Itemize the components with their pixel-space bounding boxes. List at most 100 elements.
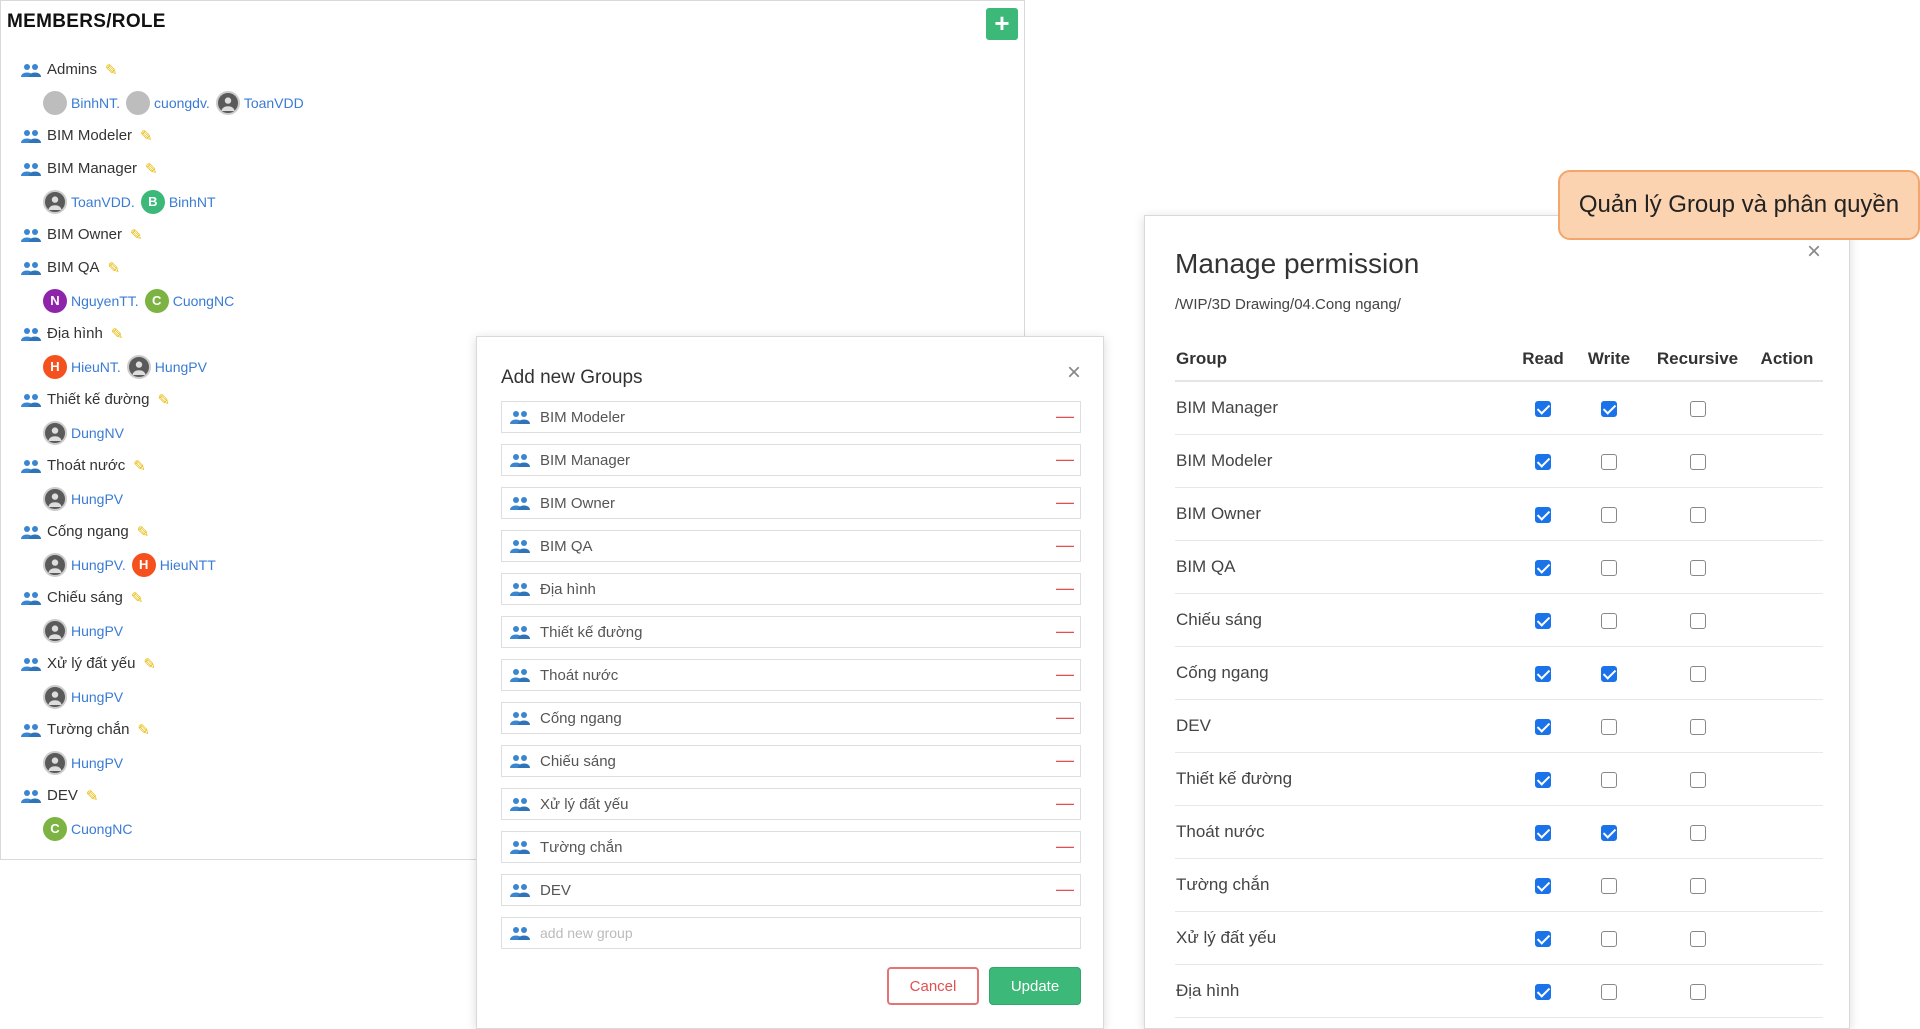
recursive-checkbox[interactable] [1689, 559, 1706, 576]
group-name[interactable]: Admins [47, 61, 97, 78]
group-name[interactable]: BIM QA [47, 259, 100, 276]
group-name[interactable]: Xử lý đất yếu [47, 655, 135, 672]
group-row[interactable]: BIM Manager ✎ [21, 152, 310, 185]
member[interactable]: ToanVDD. [43, 189, 135, 214]
read-checkbox[interactable] [1535, 877, 1551, 894]
write-checkbox[interactable] [1601, 930, 1617, 947]
read-checkbox[interactable] [1535, 612, 1551, 629]
group-name[interactable]: BIM Modeler [47, 127, 132, 144]
member[interactable]: H HieuNTT [131, 552, 216, 577]
member-name[interactable]: HungPV [71, 755, 123, 771]
group-row[interactable]: Chiếu sáng ✎ [21, 581, 310, 614]
remove-icon[interactable]: — [1056, 535, 1074, 556]
member-name[interactable]: HungPV. [71, 557, 126, 573]
update-button[interactable]: Update [989, 967, 1081, 1005]
write-checkbox[interactable] [1601, 983, 1617, 1000]
group-row[interactable]: Thoát nước ✎ [21, 449, 310, 482]
group-name[interactable]: Tường chắn [47, 721, 129, 738]
recursive-checkbox[interactable] [1689, 983, 1706, 1000]
group-name[interactable]: Chiếu sáng [47, 589, 123, 606]
write-checkbox[interactable] [1601, 506, 1617, 523]
member[interactable]: C CuongNC [43, 816, 132, 841]
member-name[interactable]: BinhNT. [71, 95, 120, 111]
edit-pencil-icon[interactable]: ✎ [137, 523, 150, 541]
member-name[interactable]: BinhNT [169, 194, 216, 210]
remove-icon[interactable]: — [1056, 664, 1074, 685]
member-name[interactable]: HungPV [71, 623, 123, 639]
member-name[interactable]: HieuNT. [71, 359, 121, 375]
write-checkbox[interactable] [1601, 453, 1617, 470]
read-checkbox[interactable] [1535, 983, 1551, 1000]
edit-pencil-icon[interactable]: ✎ [133, 457, 146, 475]
write-checkbox[interactable] [1601, 718, 1617, 735]
group-name[interactable]: BIM Owner [47, 226, 122, 243]
read-checkbox[interactable] [1535, 930, 1551, 947]
group-row[interactable]: Địa hình ✎ [21, 317, 310, 350]
member-name[interactable]: cuongdv. [154, 95, 210, 111]
member[interactable]: HungPV [43, 684, 123, 709]
remove-icon[interactable]: — [1056, 621, 1074, 642]
group-row[interactable]: DEV ✎ [21, 779, 310, 812]
remove-icon[interactable]: — [1056, 750, 1074, 771]
member[interactable]: HungPV [126, 354, 207, 379]
add-group-input[interactable]: add new group [501, 917, 1081, 949]
edit-pencil-icon[interactable]: ✎ [137, 721, 150, 739]
remove-icon[interactable]: — [1056, 707, 1074, 728]
edit-pencil-icon[interactable]: ✎ [111, 325, 124, 343]
remove-icon[interactable]: — [1056, 578, 1074, 599]
remove-icon[interactable]: — [1056, 836, 1074, 857]
group-name[interactable]: Cống ngang [47, 523, 129, 540]
group-name[interactable]: DEV [47, 787, 78, 804]
member[interactable]: HungPV. [43, 552, 126, 577]
group-name[interactable]: Địa hình [47, 325, 103, 342]
group-row[interactable]: Xử lý đất yếu ✎ [21, 647, 310, 680]
read-checkbox[interactable] [1535, 559, 1551, 576]
member-name[interactable]: NguyenTT. [71, 293, 139, 309]
group-row[interactable]: BIM Modeler ✎ [21, 119, 310, 152]
remove-icon[interactable]: — [1056, 793, 1074, 814]
group-row[interactable]: Admins ✎ [21, 53, 310, 86]
group-row[interactable]: Tường chắn ✎ [21, 713, 310, 746]
edit-pencil-icon[interactable]: ✎ [105, 61, 118, 79]
edit-pencil-icon[interactable]: ✎ [140, 127, 153, 145]
recursive-checkbox[interactable] [1689, 718, 1706, 735]
recursive-checkbox[interactable] [1689, 400, 1706, 417]
recursive-checkbox[interactable] [1689, 665, 1706, 682]
recursive-checkbox[interactable] [1689, 877, 1706, 894]
recursive-checkbox[interactable] [1689, 824, 1706, 841]
remove-icon[interactable]: — [1056, 449, 1074, 470]
member[interactable]: cuongdv. [126, 90, 210, 115]
member[interactable]: B BinhNT [140, 189, 216, 214]
remove-icon[interactable]: — [1056, 492, 1074, 513]
member[interactable]: H HieuNT. [43, 354, 121, 379]
member-name[interactable]: HungPV [155, 359, 207, 375]
group-row[interactable]: BIM Owner ✎ [21, 218, 310, 251]
member-name[interactable]: ToanVDD. [71, 194, 135, 210]
add-group-button[interactable]: + [986, 8, 1018, 40]
member[interactable]: HungPV [43, 750, 123, 775]
group-name[interactable]: Thoát nước [47, 457, 125, 474]
group-name[interactable]: Thiết kế đường [47, 391, 149, 408]
write-checkbox[interactable] [1601, 824, 1617, 841]
read-checkbox[interactable] [1535, 453, 1551, 470]
read-checkbox[interactable] [1535, 665, 1551, 682]
member[interactable]: ToanVDD [215, 90, 304, 115]
member[interactable]: HungPV [43, 618, 123, 643]
read-checkbox[interactable] [1535, 400, 1551, 417]
close-icon[interactable]: × [1807, 238, 1821, 266]
member[interactable]: C CuongNC [144, 288, 234, 313]
member-name[interactable]: CuongNC [71, 821, 132, 837]
recursive-checkbox[interactable] [1689, 771, 1706, 788]
member-name[interactable]: CuongNC [173, 293, 234, 309]
member-name[interactable]: HungPV [71, 491, 123, 507]
remove-icon[interactable]: — [1056, 406, 1074, 427]
write-checkbox[interactable] [1601, 400, 1617, 417]
group-row[interactable]: BIM QA ✎ [21, 251, 310, 284]
recursive-checkbox[interactable] [1689, 612, 1706, 629]
member[interactable]: HungPV [43, 486, 123, 511]
recursive-checkbox[interactable] [1689, 453, 1706, 470]
edit-pencil-icon[interactable]: ✎ [131, 589, 144, 607]
edit-pencil-icon[interactable]: ✎ [145, 160, 158, 178]
recursive-checkbox[interactable] [1689, 506, 1706, 523]
write-checkbox[interactable] [1601, 771, 1617, 788]
